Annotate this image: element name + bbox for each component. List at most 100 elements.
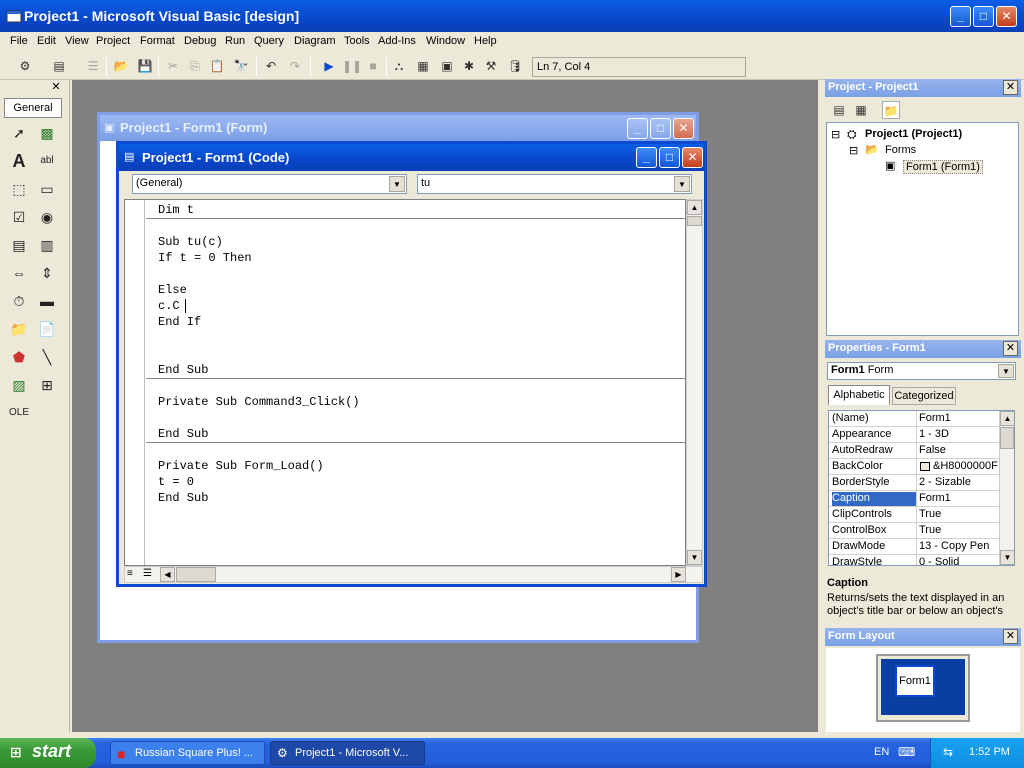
data-control-icon[interactable]: ⊞ bbox=[36, 374, 58, 396]
open-icon[interactable]: 📂 bbox=[112, 57, 130, 75]
keyboard-icon[interactable]: ⌨ bbox=[898, 745, 915, 759]
toolbox-icon[interactable]: ⚒ bbox=[482, 57, 500, 75]
menu-project[interactable]: Project bbox=[96, 35, 130, 47]
form-layout-icon[interactable]: ▣ bbox=[438, 57, 456, 75]
menu-add-ins[interactable]: Add-Ins bbox=[378, 35, 416, 47]
textbox-icon[interactable]: abl bbox=[36, 150, 58, 172]
chevron-down-icon[interactable]: ▼ bbox=[389, 176, 405, 192]
hscroll-thumb[interactable] bbox=[176, 567, 216, 582]
clock[interactable]: 1:52 PM bbox=[969, 746, 1010, 758]
add-project-icon[interactable]: ⚙ bbox=[16, 57, 34, 75]
redo-icon[interactable]: ↷ bbox=[286, 57, 304, 75]
procedure-combo[interactable]: tu ▼ bbox=[417, 174, 692, 194]
tree-item-project[interactable]: Project1 (Project1) bbox=[865, 128, 962, 140]
scroll-down-icon[interactable]: ▼ bbox=[687, 550, 702, 565]
save-icon[interactable]: 💾 bbox=[136, 57, 154, 75]
property-row[interactable]: DrawMode 13 - Copy Pen bbox=[829, 539, 999, 555]
property-row[interactable]: BackColor &H8000000F bbox=[829, 459, 999, 475]
form-maximize-button[interactable]: □ bbox=[650, 118, 671, 139]
paste-icon[interactable]: 📋 bbox=[208, 57, 226, 75]
scroll-up-icon[interactable]: ▲ bbox=[687, 200, 702, 215]
optionbutton-icon[interactable]: ◉ bbox=[36, 206, 58, 228]
commandbutton-icon[interactable]: ▭ bbox=[36, 178, 58, 200]
menu-editor-icon[interactable]: ☰ bbox=[84, 57, 102, 75]
properties-close-icon[interactable]: ✕ bbox=[1003, 341, 1018, 356]
menu-diagram[interactable]: Diagram bbox=[294, 35, 336, 47]
tab-categorized[interactable]: Categorized bbox=[892, 387, 956, 405]
form-minimize-button[interactable]: _ bbox=[627, 118, 648, 139]
code-editor[interactable]: Dim t Sub tu(c) If t = 0 Then Else c.C E… bbox=[124, 199, 686, 566]
scroll-down-icon[interactable]: ▼ bbox=[1000, 550, 1014, 565]
object-combo[interactable]: (General) ▼ bbox=[132, 174, 407, 194]
toolbox-close-icon[interactable]: ✕ bbox=[50, 82, 62, 94]
code-maximize-button[interactable]: □ bbox=[659, 147, 680, 168]
property-row[interactable]: AutoRedraw False bbox=[829, 443, 999, 459]
timer-icon[interactable]: ⏱ bbox=[8, 290, 30, 312]
start-icon[interactable]: ▶ bbox=[320, 57, 338, 75]
drivelistbox-icon[interactable]: ▬ bbox=[36, 290, 58, 312]
scroll-thumb[interactable] bbox=[1000, 427, 1014, 449]
form-layout-preview[interactable]: Form1 bbox=[895, 665, 935, 697]
menu-tools[interactable]: Tools bbox=[344, 35, 370, 47]
menu-debug[interactable]: Debug bbox=[184, 35, 216, 47]
property-row[interactable]: ControlBox True bbox=[829, 523, 999, 539]
property-row-selected[interactable]: Caption Form1 bbox=[829, 491, 999, 507]
scroll-left-icon[interactable]: ◀ bbox=[160, 567, 175, 582]
taskbar-item-vb[interactable]: ⚙ Project1 - Microsoft V... bbox=[270, 741, 425, 765]
break-icon[interactable]: ❚❚ bbox=[342, 57, 362, 75]
data-view-icon[interactable]: 🛢 bbox=[506, 57, 524, 75]
project-close-icon[interactable]: ✕ bbox=[1003, 80, 1018, 95]
object-selector[interactable]: Form1 Form ▼ bbox=[827, 362, 1016, 380]
listbox-icon[interactable]: ▥ bbox=[36, 234, 58, 256]
scroll-up-icon[interactable]: ▲ bbox=[1000, 411, 1014, 426]
hscrollbar-icon[interactable]: ⇔ bbox=[8, 262, 30, 284]
tree-item-form1[interactable]: Form1 (Form1) bbox=[903, 160, 983, 174]
start-button[interactable]: ⊞ start bbox=[0, 738, 96, 768]
menu-query[interactable]: Query bbox=[254, 35, 284, 47]
close-button[interactable]: ✕ bbox=[996, 6, 1017, 27]
end-icon[interactable]: ■ bbox=[364, 57, 382, 75]
scroll-right-icon[interactable]: ▶ bbox=[671, 567, 686, 582]
pointer-icon[interactable]: ➚ bbox=[8, 122, 30, 144]
chevron-down-icon[interactable]: ▼ bbox=[998, 364, 1014, 378]
code-horizontal-scrollbar[interactable]: ≡ ☰ ◀ ▶ bbox=[124, 566, 703, 583]
main-titlebar[interactable]: Project1 - Microsoft Visual Basic [desig… bbox=[0, 0, 1024, 32]
frame-icon[interactable]: ⬚ bbox=[8, 178, 30, 200]
code-margin[interactable] bbox=[125, 200, 145, 565]
property-row[interactable]: ClipControls True bbox=[829, 507, 999, 523]
menu-window[interactable]: Window bbox=[426, 35, 465, 47]
menu-format[interactable]: Format bbox=[140, 35, 175, 47]
view-code-icon[interactable]: ▤ bbox=[830, 101, 848, 119]
checkbox-icon[interactable]: ☑ bbox=[8, 206, 30, 228]
tree-collapse-icon[interactable]: ⊟ bbox=[849, 144, 858, 157]
form-layout-close-icon[interactable]: ✕ bbox=[1003, 629, 1018, 644]
taskbar-item-russian-square[interactable]: ■ Russian Square Plus! ... bbox=[110, 741, 265, 765]
property-row[interactable]: BorderStyle 2 - Sizable bbox=[829, 475, 999, 491]
chevron-down-icon[interactable]: ▼ bbox=[674, 176, 690, 192]
line-icon[interactable]: ╲ bbox=[36, 346, 58, 368]
network-icon[interactable]: ⇆ bbox=[943, 745, 953, 759]
code-window[interactable]: ▤ Project1 - Form1 (Code) _ □ ✕ (General… bbox=[116, 141, 707, 587]
shape-icon[interactable]: ⬟ bbox=[8, 346, 30, 368]
code-vertical-scrollbar[interactable]: ▲ ▼ bbox=[686, 199, 703, 566]
copy-icon[interactable]: ⎘ bbox=[186, 57, 204, 75]
dirlistbox-icon[interactable]: 📁 bbox=[8, 318, 30, 340]
menu-edit[interactable]: Edit bbox=[37, 35, 56, 47]
tab-alphabetic[interactable]: Alphabetic bbox=[828, 385, 890, 405]
vscrollbar-icon[interactable]: ⇕ bbox=[36, 262, 58, 284]
code-close-button[interactable]: ✕ bbox=[682, 147, 703, 168]
combobox-icon[interactable]: ▤ bbox=[8, 234, 30, 256]
property-row[interactable]: Appearance 1 - 3D bbox=[829, 427, 999, 443]
undo-icon[interactable]: ↶ bbox=[262, 57, 280, 75]
form-close-button[interactable]: ✕ bbox=[673, 118, 694, 139]
cut-icon[interactable]: ✂ bbox=[164, 57, 182, 75]
label-icon[interactable]: A bbox=[8, 150, 30, 172]
image-icon[interactable]: ▨ bbox=[8, 374, 30, 396]
picturebox-icon[interactable]: ▩ bbox=[36, 122, 58, 144]
menu-help[interactable]: Help bbox=[474, 35, 497, 47]
minimize-button[interactable]: _ bbox=[950, 6, 971, 27]
form-window-titlebar[interactable]: ▣ Project1 - Form1 (Form) _ □ ✕ bbox=[100, 115, 696, 141]
menu-view[interactable]: View bbox=[65, 35, 89, 47]
menu-file[interactable]: File bbox=[10, 35, 28, 47]
scroll-thumb[interactable] bbox=[687, 216, 702, 226]
